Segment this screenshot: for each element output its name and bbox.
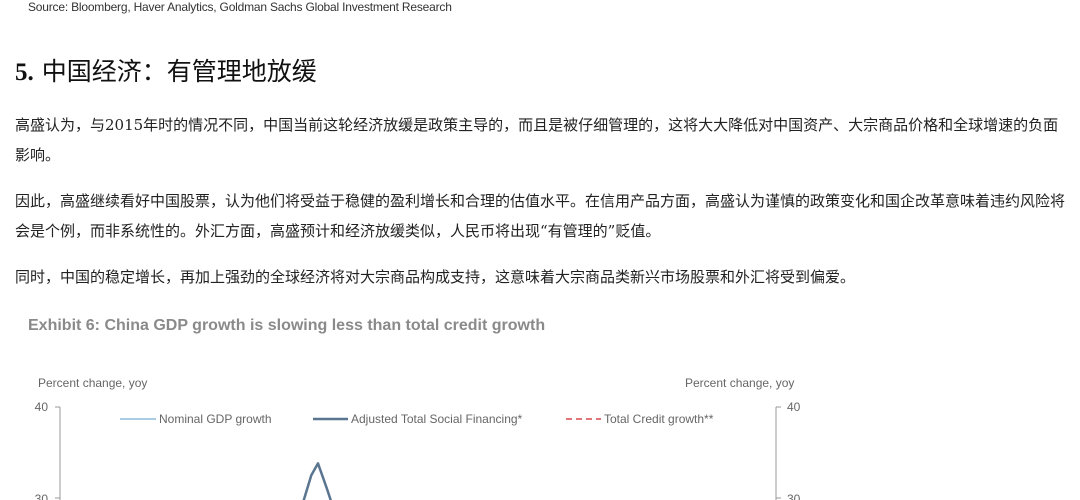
right-axis-label: Percent change, yoy [685,376,794,390]
chart-legend: Nominal GDP growth Adjusted Total Social… [120,412,714,426]
right-tick-label-40: 40 [787,400,801,414]
paragraph-3: 同时，中国的稳定增长，再加上强劲的全球经济将对大宗商品构成支持，这意味着大宗商品… [15,268,856,286]
chart-source-note: Source: Bloomberg, Haver Analytics, Gold… [28,0,452,14]
left-axis-label: Percent change, yoy [38,376,147,390]
section-number: 5. [15,59,34,86]
paragraph-1: 高盛认为，与2015年时的情况不同，中国当前这轮经济放缓是政策主导的，而且是被仔… [15,116,1059,164]
legend-label-total-credit: Total Credit growth** [604,412,714,426]
gdp-credit-chart: Percent change, yoy Percent change, yoy … [35,376,801,500]
paragraph-2: 因此，高盛继续看好中国股票，认为他们将受益于稳健的盈利增长和合理的估值水平。在信… [15,192,1066,240]
legend-label-adjusted-tsf: Adjusted Total Social Financing* [351,412,523,426]
section-heading: 5. 中国经济：有管理地放缓 [15,52,317,88]
section-title: 中国经济：有管理地放缓 [41,57,317,86]
series-line-adjusted-tsf [302,462,332,500]
left-tick-label-30: 30 [35,492,49,500]
legend-label-nominal-gdp: Nominal GDP growth [159,412,272,426]
left-tick-label-40: 40 [35,400,49,414]
right-tick-label-30: 30 [787,492,801,500]
exhibit-title: Exhibit 6: China GDP growth is slowing l… [28,317,546,334]
